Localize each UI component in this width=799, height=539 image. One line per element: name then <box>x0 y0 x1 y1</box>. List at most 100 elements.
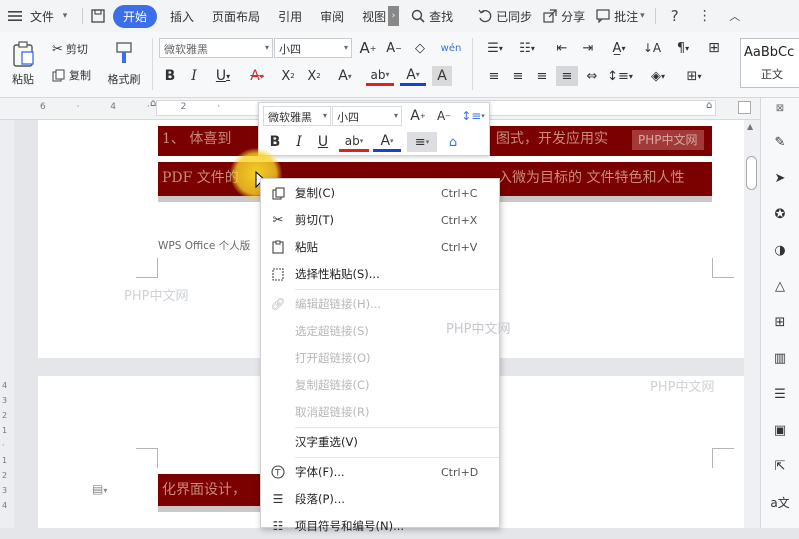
align-center-icon[interactable]: ≡ <box>508 66 528 86</box>
export-icon[interactable]: ⇱ <box>770 456 790 476</box>
style-normal[interactable]: AaBbCc 正文 <box>740 38 799 88</box>
copy-button[interactable]: 复制 <box>52 66 91 84</box>
translate-icon[interactable]: a文 <box>770 492 790 512</box>
hamburger-menu-icon[interactable] <box>6 7 24 25</box>
shading-icon[interactable]: ◈ ▾ <box>644 66 672 86</box>
line-spacing-icon[interactable]: ↕≡ ▾ <box>606 66 634 86</box>
font-name-select[interactable]: 微软雅黑 ▾ <box>159 38 273 58</box>
font-color-button[interactable]: A ▾ <box>400 66 426 86</box>
table-icon[interactable]: ⊞ <box>704 38 724 58</box>
mini-bold-button[interactable]: B <box>265 132 285 152</box>
superscript-button[interactable]: X2 <box>278 66 298 86</box>
mini-highlight-button[interactable]: ab ▾ <box>339 132 369 152</box>
tab-view[interactable]: 视图 <box>353 8 388 25</box>
grid-icon[interactable]: ⊞ <box>770 312 790 332</box>
subscript-button[interactable]: X2 <box>304 66 324 86</box>
file-menu[interactable]: 文件 <box>26 8 56 25</box>
text-effect-button[interactable]: A ▾ <box>332 66 358 86</box>
help-icon[interactable]: ? <box>666 7 684 25</box>
tab-home[interactable]: 开始 <box>113 4 158 28</box>
chinese-layout-icon[interactable]: A̲ ▾ <box>604 38 634 58</box>
selected-text-line-3[interactable]: 化界面设计， <box>158 474 268 506</box>
badge-icon[interactable]: ✪ <box>770 204 790 224</box>
bold-button[interactable]: B <box>160 66 180 86</box>
vertical-scrollbar[interactable]: ▲ <box>744 120 760 528</box>
indent-marker-icon[interactable]: ⌂ <box>150 98 162 120</box>
phonetic-guide-icon[interactable]: wén <box>438 38 464 58</box>
comment-button[interactable]: 批注 <box>614 8 640 25</box>
select-cursor-icon[interactable]: ➤ <box>770 168 790 188</box>
collapse-sidebar-icon[interactable]: ⊠ <box>770 98 790 118</box>
sync-icon[interactable] <box>476 7 494 25</box>
menu-item-bullets-numbering[interactable]: ☷ 项目符号和编号(N)... <box>261 513 499 539</box>
show-marks-icon[interactable]: ¶ ▾ <box>670 38 696 58</box>
align-right-icon[interactable]: ≡ <box>532 66 552 86</box>
menu-item-reconvert[interactable]: 汉字重选(V) <box>261 429 499 455</box>
chevron-down-icon[interactable]: ▾ <box>56 7 74 25</box>
format-painter-button[interactable]: 格式刷 <box>104 36 144 92</box>
border-icon[interactable]: ⊞ ▾ <box>680 66 708 86</box>
align-left-icon[interactable]: ≡ <box>484 66 504 86</box>
tab-page-layout[interactable]: 页面布局 <box>203 8 269 25</box>
image-icon[interactable]: ▣ <box>770 420 790 440</box>
tab-scroll-right-icon[interactable]: › <box>388 6 400 26</box>
mini-font-color-button[interactable]: A ▾ <box>373 132 401 152</box>
mini-line-spacing-icon[interactable]: ↕≡ ▾ <box>459 106 487 126</box>
italic-button[interactable]: I <box>184 66 204 86</box>
tab-review[interactable]: 审阅 <box>311 8 353 25</box>
bullet-list-icon[interactable]: ☰ ▾ <box>482 38 508 58</box>
paste-button[interactable]: 粘贴 <box>6 36 40 92</box>
decrease-indent-icon[interactable]: ⇤ <box>552 38 572 58</box>
sort-icon[interactable]: ↓A <box>642 38 662 58</box>
sliders-icon[interactable]: ☰ <box>770 384 790 404</box>
page-doc-icon[interactable]: ▤▾ <box>92 482 107 496</box>
chevron-down-icon[interactable]: ▾ <box>640 11 645 21</box>
more-icon[interactable]: ⋮ <box>696 7 714 25</box>
menu-item-cut[interactable]: ✂ 剪切(T) Ctrl+X <box>261 207 499 233</box>
mini-font-name-select[interactable]: 微软雅黑 ▾ <box>263 106 331 126</box>
menu-item-copy-hyperlink[interactable]: 复制超链接(C) <box>261 372 499 398</box>
menu-item-edit-hyperlink[interactable]: 🔗︎ 编辑超链接(H)... <box>261 291 499 317</box>
right-indent-marker-icon[interactable]: ⌂ <box>706 100 712 111</box>
search-button[interactable]: 查找 <box>429 8 462 25</box>
menu-item-open-hyperlink[interactable]: 打开超链接(O) <box>261 345 499 371</box>
menu-item-paragraph[interactable]: ☰ 段落(P)... <box>261 486 499 512</box>
justify-icon[interactable]: ≡ <box>556 66 578 86</box>
mini-italic-button[interactable]: I <box>289 132 309 152</box>
tab-insert[interactable]: 插入 <box>161 8 203 25</box>
share-icon[interactable] <box>541 7 559 25</box>
mini-align-button[interactable]: ≡ ▾ <box>407 132 437 152</box>
underline-button[interactable]: U ▾ <box>210 66 236 86</box>
menu-item-copy[interactable]: 复制(C) Ctrl+C <box>261 180 499 206</box>
highlight-color-button[interactable]: ab ▾ <box>366 66 394 86</box>
pen-icon[interactable]: ✎ <box>770 132 790 152</box>
save-icon[interactable] <box>89 7 107 25</box>
layers-icon[interactable]: △ <box>770 276 790 296</box>
grow-font-button[interactable]: A + <box>358 38 378 58</box>
sync-status[interactable]: 已同步 <box>496 8 541 25</box>
distribute-icon[interactable]: ⇔ <box>582 66 602 86</box>
numbered-list-icon[interactable]: ☷ ▾ <box>514 38 540 58</box>
mini-format-painter-icon[interactable]: ⌂ <box>443 132 463 152</box>
comment-icon[interactable] <box>594 7 612 25</box>
mini-font-size-select[interactable]: 小四 ▾ <box>332 106 402 126</box>
cut-button[interactable]: ✂ 剪切 <box>52 40 88 58</box>
vertical-ruler[interactable]: 4 3 2 1 · 1 2 3 4 <box>0 120 14 528</box>
character-shading-button[interactable]: A <box>432 66 452 86</box>
mini-grow-font-button[interactable]: A + <box>407 106 429 126</box>
ruler-toggle-icon[interactable] <box>738 101 751 114</box>
collapse-ribbon-icon[interactable]: ︿ <box>726 7 744 25</box>
shapes-icon[interactable]: ◑ <box>770 240 790 260</box>
menu-item-font[interactable]: T 字体(F)... Ctrl+D <box>261 459 499 485</box>
menu-item-paste[interactable]: 粘贴 Ctrl+V <box>261 234 499 260</box>
share-button[interactable]: 分享 <box>561 8 594 25</box>
search-icon[interactable] <box>409 7 427 25</box>
menu-item-paste-special[interactable]: 选择性粘贴(S)... <box>261 261 499 287</box>
strikethrough-button[interactable]: A ▾ <box>244 66 270 86</box>
scrollbar-up-arrow-icon[interactable]: ▲ <box>747 122 753 131</box>
mini-underline-button[interactable]: U <box>313 132 333 152</box>
tab-references[interactable]: 引用 <box>269 8 311 25</box>
shrink-font-button[interactable]: A − <box>384 38 404 58</box>
menu-item-remove-hyperlink[interactable]: 取消超链接(R) <box>261 399 499 425</box>
font-size-select[interactable]: 小四 ▾ <box>274 38 352 58</box>
